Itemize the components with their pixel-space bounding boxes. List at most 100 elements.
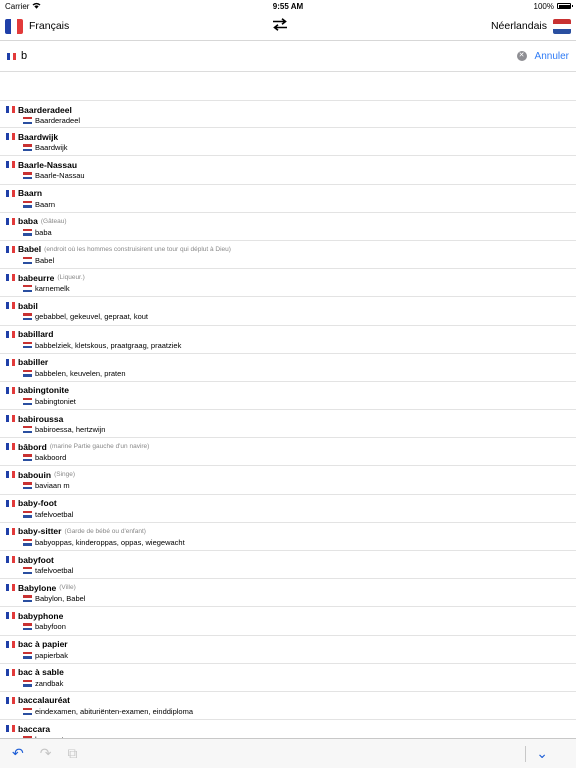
entry-translation-row: Baarle-Nassau bbox=[6, 170, 576, 181]
entry-translation-row: tafelvoetbal bbox=[6, 509, 576, 520]
status-right: 100% bbox=[533, 1, 573, 11]
copy-icon[interactable]: ⧉ bbox=[67, 745, 77, 762]
entry-translation-row: babyoppas, kinderoppas, oppas, wiegewach… bbox=[6, 537, 576, 548]
list-item[interactable]: babyfoot tafelvoetbal bbox=[0, 551, 576, 580]
netherlands-flag-icon bbox=[23, 285, 32, 293]
status-left: Carrier bbox=[5, 2, 41, 11]
entry-word: babiroussa bbox=[18, 413, 64, 424]
france-flag-icon bbox=[6, 330, 15, 338]
list-item[interactable]: babiller babbelen, keuvelen, praten bbox=[0, 354, 576, 382]
entry-word: babiller bbox=[18, 357, 49, 368]
list-item[interactable]: baccalauréat eindexamen, abituriënten-ex… bbox=[0, 692, 576, 721]
list-item[interactable]: bâbord (marine Partie gauche d'un navire… bbox=[0, 438, 576, 467]
entry-header: Baarn bbox=[6, 188, 576, 199]
entry-translation-row: eindexamen, abituriënten-examen, einddip… bbox=[6, 706, 576, 717]
netherlands-flag-icon bbox=[23, 256, 32, 264]
france-flag-icon bbox=[6, 358, 15, 366]
netherlands-flag-icon bbox=[23, 595, 32, 603]
entry-header: babiller bbox=[6, 357, 576, 368]
list-item[interactable]: Baarn Baarn bbox=[0, 185, 576, 213]
netherlands-flag-icon bbox=[23, 172, 32, 180]
entry-translation: baba bbox=[35, 227, 52, 237]
france-flag-icon bbox=[6, 696, 15, 704]
source-language[interactable]: Français bbox=[5, 18, 69, 34]
list-item[interactable]: babingtonite babingtoniet bbox=[0, 382, 576, 411]
entry-word: bac à papier bbox=[18, 639, 68, 650]
cancel-button[interactable]: Annuler bbox=[535, 51, 569, 62]
entry-translation-row: Baarn bbox=[6, 199, 576, 210]
list-item[interactable]: Baarderadeel Baarderadeel bbox=[0, 100, 576, 129]
netherlands-flag-icon bbox=[23, 679, 32, 687]
search-input[interactable] bbox=[21, 50, 517, 62]
entry-word: baccara bbox=[18, 723, 51, 734]
target-language[interactable]: Néerlandais bbox=[491, 18, 571, 34]
battery-percent: 100% bbox=[533, 1, 554, 11]
collapse-keyboard-icon[interactable]: ⌄ bbox=[536, 745, 548, 762]
entry-translation: Baardwijk bbox=[35, 143, 68, 153]
entry-header: babiroussa bbox=[6, 413, 576, 424]
france-flag-icon bbox=[6, 189, 15, 197]
france-flag-icon bbox=[6, 274, 15, 282]
france-flag-icon bbox=[6, 245, 15, 253]
netherlands-flag-icon bbox=[23, 426, 32, 434]
netherlands-flag-icon bbox=[23, 538, 32, 546]
entry-translation-row: babbelen, keuvelen, praten bbox=[6, 368, 576, 379]
list-item[interactable]: baby-foot tafelvoetbal bbox=[0, 495, 576, 523]
netherlands-flag-icon bbox=[23, 707, 32, 715]
results-list[interactable]: Baarderadeel Baarderadeel Baardwijk Baar… bbox=[0, 100, 576, 738]
france-flag-icon bbox=[7, 52, 16, 60]
redo-icon[interactable]: ↷ bbox=[40, 745, 52, 762]
entry-translation-row: baviaan m bbox=[6, 480, 576, 491]
entry-translation: gebabbel, gekeuvel, gepraat, kout bbox=[35, 312, 149, 322]
entry-header: babeurre (Liqueur.) bbox=[6, 272, 576, 283]
language-bar: Français Néerlandais bbox=[0, 12, 576, 41]
entry-word: babingtonite bbox=[18, 385, 69, 396]
entry-translation-row: babbelziek, kletskous, praatgraag, praat… bbox=[6, 340, 576, 351]
list-item[interactable]: bac à sable zandbak bbox=[0, 664, 576, 692]
list-item[interactable]: babyphone babyfoon bbox=[0, 607, 576, 636]
clear-search-icon[interactable]: ✕ bbox=[516, 51, 527, 61]
swap-languages-button[interactable] bbox=[272, 18, 288, 34]
france-flag-icon bbox=[6, 471, 15, 479]
entry-header: babingtonite bbox=[6, 385, 576, 396]
entry-translation: Baarle-Nassau bbox=[35, 171, 85, 181]
netherlands-flag-icon bbox=[23, 144, 32, 152]
entry-translation: Baarderadeel bbox=[35, 116, 81, 125]
entry-translation: Baarn bbox=[35, 199, 56, 209]
france-flag-icon bbox=[6, 584, 15, 592]
list-item[interactable]: babouin (Singe) baviaan m bbox=[0, 466, 576, 495]
list-item[interactable]: babeurre (Liqueur.) karnemelk bbox=[0, 269, 576, 298]
list-item[interactable]: bac à papier papierbak bbox=[0, 636, 576, 664]
netherlands-flag-icon bbox=[23, 200, 32, 208]
undo-icon[interactable]: ↶ bbox=[12, 745, 24, 762]
entry-header: babil bbox=[6, 300, 576, 311]
wifi-icon bbox=[32, 2, 41, 11]
list-item[interactable]: Babylone (Ville) Babylon, Babel bbox=[0, 579, 576, 608]
entry-translation-row: baba bbox=[6, 227, 576, 238]
netherlands-flag-icon bbox=[553, 18, 571, 34]
list-item[interactable]: Baarle-Nassau Baarle-Nassau bbox=[0, 156, 576, 185]
entry-header: bac à papier bbox=[6, 639, 576, 650]
france-flag-icon bbox=[6, 499, 15, 507]
entry-translation: baviaan m bbox=[35, 481, 70, 491]
netherlands-flag-icon bbox=[23, 341, 32, 349]
entry-word: Babylone bbox=[18, 582, 57, 593]
list-item[interactable]: babil gebabbel, gekeuvel, gepraat, kout bbox=[0, 297, 576, 326]
list-item[interactable]: baba (Gâteau) baba bbox=[0, 213, 576, 241]
list-item[interactable]: Baardwijk Baardwijk bbox=[0, 128, 576, 157]
entry-translation-row: Baardwijk bbox=[6, 142, 576, 153]
france-flag-icon bbox=[6, 302, 15, 310]
entry-translation-row: zandbak bbox=[6, 678, 576, 689]
entry-translation: karnemelk bbox=[35, 284, 70, 294]
entry-translation-row: babyfoon bbox=[6, 621, 576, 632]
entry-word: babyfoot bbox=[18, 554, 54, 565]
list-item[interactable]: babiroussa babiroessa, hertzwijn bbox=[0, 410, 576, 439]
entry-translation: tafelvoetbal bbox=[35, 509, 74, 519]
entry-word: Baarderadeel bbox=[18, 104, 72, 115]
list-item[interactable]: baccara baccarat bbox=[0, 720, 576, 738]
entry-word: babillard bbox=[18, 329, 54, 339]
list-item[interactable]: baby-sitter (Garde de bébé ou d'enfant) … bbox=[0, 523, 576, 551]
list-item[interactable]: babillard babbelziek, kletskous, praatgr… bbox=[0, 326, 576, 354]
entry-translation-row: bakboord bbox=[6, 452, 576, 463]
list-item[interactable]: Babel (endroit où les hommes construisir… bbox=[0, 241, 576, 270]
